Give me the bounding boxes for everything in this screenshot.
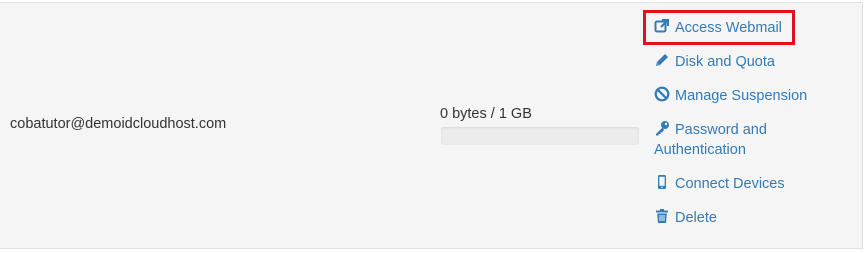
password-and-authentication-label-line1: Password and xyxy=(675,122,767,138)
mobile-icon xyxy=(654,174,670,190)
ban-icon xyxy=(654,86,670,102)
disk-usage-bar xyxy=(441,127,639,145)
disk-and-quota-link[interactable]: Disk and Quota xyxy=(654,52,775,72)
delete-link[interactable]: Delete xyxy=(654,208,717,228)
email-address: cobatutor@demoidcloudhost.com xyxy=(10,116,227,132)
access-webmail-link[interactable]: Access Webmail xyxy=(654,18,782,38)
connect-devices-link[interactable]: Connect Devices xyxy=(654,174,785,194)
delete-label: Delete xyxy=(675,210,717,226)
pencil-icon xyxy=(654,52,670,68)
password-and-authentication-link-line2[interactable]: Authentication xyxy=(654,140,746,160)
external-link-icon xyxy=(654,18,670,34)
manage-suspension-link[interactable]: Manage Suspension xyxy=(654,86,807,106)
manage-suspension-label: Manage Suspension xyxy=(675,88,808,104)
password-and-authentication-link[interactable]: Password and xyxy=(654,120,767,140)
access-webmail-label: Access Webmail xyxy=(675,20,782,36)
password-and-authentication-label-line2: Authentication xyxy=(654,142,746,158)
key-icon xyxy=(654,120,670,136)
connect-devices-label: Connect Devices xyxy=(675,176,785,192)
trash-icon xyxy=(654,208,670,224)
disk-usage-text: 0 bytes / 1 GB xyxy=(440,106,532,122)
disk-and-quota-label: Disk and Quota xyxy=(675,54,775,70)
